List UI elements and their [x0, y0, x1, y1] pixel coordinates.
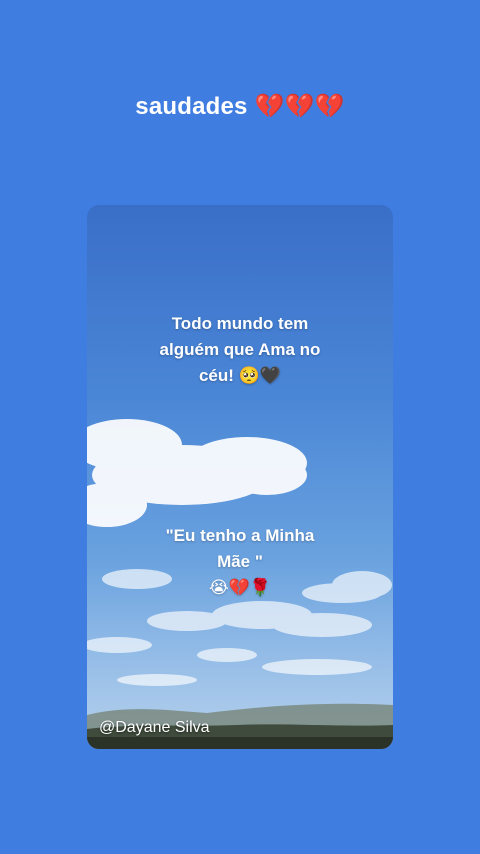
- quote-bottom: "Eu tenho a Minha Mãe " 😭💔🌹: [87, 523, 393, 601]
- quote-line: céu! 🥺🖤: [87, 363, 393, 389]
- crying-face-heart-rose-icons: 😭💔🌹: [208, 578, 272, 598]
- quote-line: Mãe ": [217, 552, 263, 571]
- story-title: saudades 💔💔💔: [0, 92, 480, 121]
- broken-heart-icons: 💔💔💔: [254, 92, 345, 120]
- story-screen: saudades 💔💔💔 Todo mundo tem alguém que A…: [0, 0, 480, 854]
- quote-top: Todo mundo tem alguém que Ama no céu! 🥺🖤: [87, 311, 393, 389]
- title-text: saudades: [135, 93, 248, 120]
- quote-line: "Eu tenho a Minha: [165, 526, 315, 545]
- author-watermark: @Dayane Silva: [99, 719, 210, 736]
- quote-text: céu!: [198, 366, 234, 385]
- quote-line: alguém que Ama no: [159, 340, 321, 359]
- quote-line: Todo mundo tem: [171, 314, 309, 333]
- pleading-face-black-heart-icons: 🥺🖤: [238, 366, 282, 386]
- hills-foreground: [87, 703, 393, 749]
- video-card[interactable]: Todo mundo tem alguém que Ama no céu! 🥺🖤…: [87, 205, 393, 749]
